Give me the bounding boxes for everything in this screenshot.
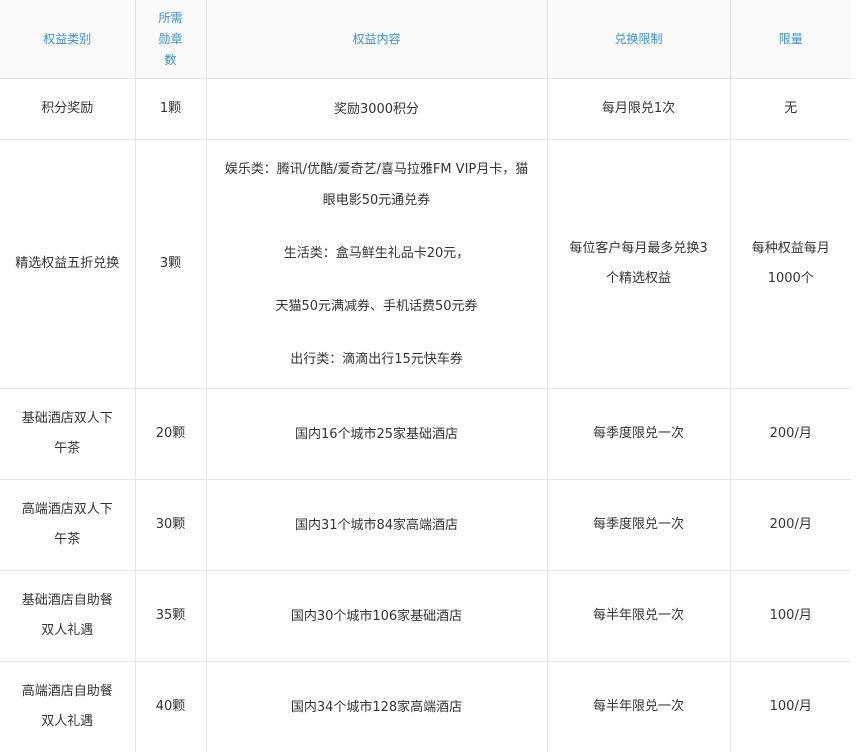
header-category: 权益类别 xyxy=(0,0,136,79)
table-header-row: 权益类别 所需勋章数 权益内容 兑换限制 限量 xyxy=(0,0,851,79)
cell-category: 高端酒店双人下午茶 xyxy=(0,479,136,571)
cell-content: 国内34个城市128家高端酒店 xyxy=(205,661,548,752)
cell-limit-rule: 每半年限兑一次 xyxy=(546,570,731,662)
cell-content: 国内31个城市84家高端酒店 xyxy=(205,479,548,571)
cell-badges: 20颗 xyxy=(134,388,207,480)
content-line: 国内30个城市106家基础酒店 xyxy=(290,608,463,624)
cell-category: 基础酒店双人下午茶 xyxy=(0,388,136,480)
cell-quota: 200/月 xyxy=(729,388,851,480)
cell-quota: 100/月 xyxy=(729,661,851,752)
cell-quota: 无 xyxy=(729,78,851,140)
cell-category: 精选权益五折兑换 xyxy=(0,139,136,389)
cell-quota: 100/月 xyxy=(729,570,851,662)
table-row: 高端酒店自助餐双人礼遇 40颗 国内34个城市128家高端酒店 每半年限兑一次 … xyxy=(0,661,851,752)
header-content: 权益内容 xyxy=(205,0,548,79)
header-badges: 所需勋章数 xyxy=(134,0,207,79)
content-line: 天猫50元满减券、手机话费50元券 xyxy=(275,298,478,314)
cell-quota: 200/月 xyxy=(729,479,851,571)
cell-badges: 3颗 xyxy=(134,139,207,389)
cell-limit-rule: 每位客户每月最多兑换3个精选权益 xyxy=(546,139,731,389)
cell-badges: 40颗 xyxy=(134,661,207,752)
cell-badges: 35颗 xyxy=(134,570,207,662)
table-row: 基础酒店自助餐双人礼遇 35颗 国内30个城市106家基础酒店 每半年限兑一次 … xyxy=(0,570,851,662)
cell-content: 国内16个城市25家基础酒店 xyxy=(205,388,548,480)
cell-category: 高端酒店自助餐双人礼遇 xyxy=(0,661,136,752)
header-quota: 限量 xyxy=(729,0,851,79)
table-row: 基础酒店双人下午茶 20颗 国内16个城市25家基础酒店 每季度限兑一次 200… xyxy=(0,388,851,480)
content-line: 国内34个城市128家高端酒店 xyxy=(290,699,463,715)
cell-limit-rule: 每季度限兑一次 xyxy=(546,479,731,571)
cell-limit-rule: 每季度限兑一次 xyxy=(546,388,731,480)
content-line: 奖励3000积分 xyxy=(333,101,420,117)
cell-content: 国内30个城市106家基础酒店 xyxy=(205,570,548,662)
cell-category: 基础酒店自助餐双人礼遇 xyxy=(0,570,136,662)
cell-content: 奖励3000积分 xyxy=(205,78,548,140)
header-limit-rule: 兑换限制 xyxy=(546,0,731,79)
cell-badges: 1颗 xyxy=(134,78,207,140)
cell-limit-rule: 每半年限兑一次 xyxy=(546,661,731,752)
content-line: 国内16个城市25家基础酒店 xyxy=(294,426,459,442)
cell-content: 娱乐类：腾讯/优酷/爱奇艺/喜马拉雅FM VIP月卡，猫眼电影50元通兑券 生活… xyxy=(205,139,548,389)
cell-limit-rule: 每月限兑1次 xyxy=(546,78,731,140)
content-line: 国内31个城市84家高端酒店 xyxy=(294,517,459,533)
content-line: 出行类：滴滴出行15元快车券 xyxy=(290,351,463,367)
cell-quota: 每种权益每月1000个 xyxy=(729,139,851,389)
cell-category: 积分奖励 xyxy=(0,78,136,140)
benefits-table: 权益类别 所需勋章数 权益内容 兑换限制 限量 积分奖励 1颗 奖励3000积分… xyxy=(0,0,851,752)
table-row: 积分奖励 1颗 奖励3000积分 每月限兑1次 无 xyxy=(0,78,851,140)
cell-badges: 30颗 xyxy=(134,479,207,571)
content-line: 生活类：盒马鲜生礼品卡20元， xyxy=(283,245,470,261)
content-line: 娱乐类：腾讯/优酷/爱奇艺/喜马拉雅FM VIP月卡，猫眼电影50元通兑券 xyxy=(224,161,529,208)
table-row: 精选权益五折兑换 3颗 娱乐类：腾讯/优酷/爱奇艺/喜马拉雅FM VIP月卡，猫… xyxy=(0,139,851,389)
table-row: 高端酒店双人下午茶 30颗 国内31个城市84家高端酒店 每季度限兑一次 200… xyxy=(0,479,851,571)
